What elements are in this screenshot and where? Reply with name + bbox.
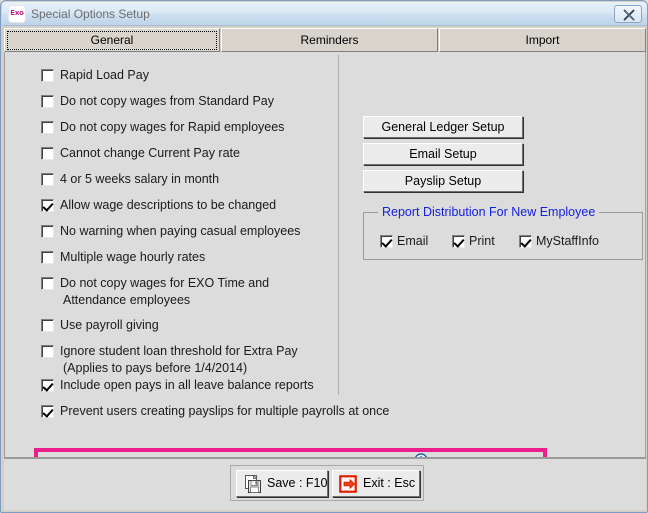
report-distribution-label: MyStaffInfo bbox=[536, 233, 599, 250]
option-label: Do not copy wages for Rapid employees bbox=[60, 119, 284, 136]
option-checkbox[interactable] bbox=[41, 199, 54, 212]
option-checkbox[interactable] bbox=[41, 225, 54, 238]
exit-button-label: Exit : Esc bbox=[363, 471, 415, 496]
option-checkbox[interactable] bbox=[41, 121, 54, 134]
special-options-setup-window: Exo Special Options Setup General Remind… bbox=[0, 0, 648, 513]
report-distribution-label: Print bbox=[469, 233, 495, 250]
option-checkbox[interactable] bbox=[41, 405, 54, 418]
option-label: Do not copy wages for EXO Time and bbox=[60, 275, 269, 292]
option-label: 4 or 5 weeks salary in month bbox=[60, 171, 219, 188]
option-label: No warning when paying casual employees bbox=[60, 223, 300, 240]
option-label: Multiple wage hourly rates bbox=[60, 249, 205, 266]
tab-import[interactable]: Import bbox=[439, 28, 646, 52]
save-button[interactable]: Save : F10 bbox=[236, 470, 328, 497]
panel-divider bbox=[338, 55, 339, 395]
option-checkbox[interactable] bbox=[41, 277, 54, 290]
save-button-label: Save : F10 bbox=[267, 471, 327, 496]
tab-reminders[interactable]: Reminders bbox=[221, 28, 438, 52]
tab-strip: General Reminders Import bbox=[4, 28, 646, 52]
footer-button-group: Save : F10 Exit : Esc bbox=[230, 465, 424, 501]
option-label: Do not copy wages from Standard Pay bbox=[60, 93, 274, 110]
general-ledger-setup-button[interactable]: General Ledger Setup bbox=[363, 116, 523, 138]
option-label-line2: (Applies to pays before 1/4/2014) bbox=[63, 360, 247, 377]
report-distribution-groupbox: Report Distribution For New Employee Ema… bbox=[363, 212, 643, 260]
save-disk-icon bbox=[243, 475, 262, 499]
exit-door-icon bbox=[339, 475, 358, 499]
option-label: Cannot change Current Pay rate bbox=[60, 145, 240, 162]
footer-bar: Save : F10 Exit : Esc bbox=[4, 457, 646, 510]
option-label: Allow wage descriptions to be changed bbox=[60, 197, 276, 214]
option-label: Use payroll giving bbox=[60, 317, 159, 334]
exit-button[interactable]: Exit : Esc bbox=[332, 470, 420, 497]
close-icon bbox=[622, 9, 636, 21]
tab-reminders-label: Reminders bbox=[300, 33, 358, 47]
option-checkbox[interactable] bbox=[41, 345, 54, 358]
tab-general-label: General bbox=[91, 33, 134, 47]
option-label-line2: Attendance employees bbox=[63, 292, 190, 309]
option-checkbox[interactable] bbox=[41, 173, 54, 186]
tab-import-label: Import bbox=[525, 33, 559, 47]
report-distribution-checkbox[interactable] bbox=[519, 235, 532, 248]
option-label: Ignore student loan threshold for Extra … bbox=[60, 343, 298, 360]
tab-panel-general: Rapid Load Pay Do not copy wages from St… bbox=[4, 52, 646, 457]
option-checkbox[interactable] bbox=[41, 147, 54, 160]
option-checkbox[interactable] bbox=[41, 319, 54, 332]
close-button[interactable] bbox=[614, 5, 642, 23]
report-distribution-title: Report Distribution For New Employee bbox=[378, 205, 599, 220]
option-label: Rapid Load Pay bbox=[60, 67, 149, 84]
exo-app-icon: Exo bbox=[9, 6, 25, 22]
option-label: Prevent users creating payslips for mult… bbox=[60, 403, 389, 420]
window-title: Special Options Setup bbox=[31, 6, 150, 22]
option-checkbox[interactable] bbox=[41, 95, 54, 108]
option-checkbox[interactable] bbox=[41, 379, 54, 392]
title-bar: Exo Special Options Setup bbox=[2, 2, 648, 26]
option-checkbox[interactable] bbox=[41, 69, 54, 82]
report-distribution-checkbox[interactable] bbox=[380, 235, 393, 248]
email-setup-button[interactable]: Email Setup bbox=[363, 143, 523, 165]
report-distribution-label: Email bbox=[397, 233, 428, 250]
report-distribution-checkbox[interactable] bbox=[452, 235, 465, 248]
exo-app-icon-text: Exo bbox=[9, 8, 25, 18]
payslip-setup-button[interactable]: Payslip Setup bbox=[363, 170, 523, 192]
tab-general[interactable]: General bbox=[4, 28, 220, 52]
option-checkbox[interactable] bbox=[41, 251, 54, 264]
option-label: Include open pays in all leave balance r… bbox=[60, 377, 314, 394]
window-frame: Exo Special Options Setup General Remind… bbox=[0, 0, 648, 513]
